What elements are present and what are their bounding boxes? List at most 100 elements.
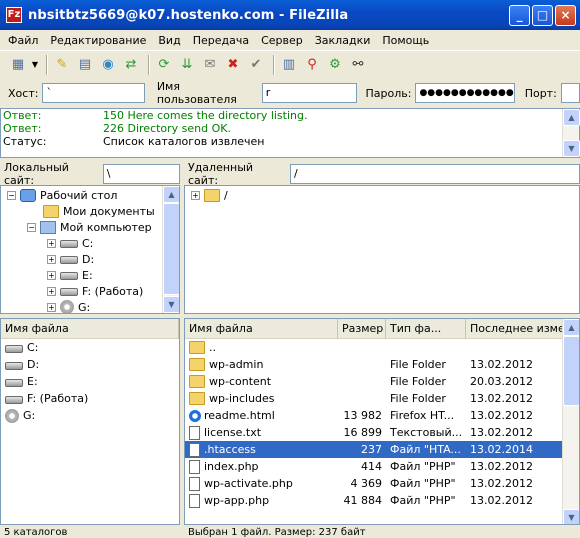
sync-browse-icon[interactable]: ⚙ [325,55,345,75]
menu-edit[interactable]: Редактирование [44,34,152,47]
tree-label: Мои документы [63,204,155,218]
tree-node-drive[interactable]: + C: [47,235,93,251]
table-row[interactable]: wp-activate.php 4 369 Файл "PHP" 13.02.2012 [185,475,579,492]
column-header-type[interactable]: Тип фа... [386,319,466,339]
remote-site-label: Удаленный сайт: [188,161,254,187]
column-header-size[interactable]: Размер [338,319,386,339]
site-manager-icon[interactable]: ▦ [8,55,28,75]
expand-icon[interactable]: + [191,190,200,200]
tree-node-drive[interactable]: + D: [47,251,94,267]
tree-node-drive[interactable]: + E: [47,267,93,283]
file-type: Файл "PHP" [390,494,456,507]
remote-list-header: Имя файла Размер Тип фа... Последнее изм… [185,319,579,339]
expand-icon[interactable]: + [47,238,56,248]
tree-node-root[interactable]: + / [191,187,228,203]
menu-bookmarks[interactable]: Закладки [309,34,377,47]
scroll-up-icon[interactable]: ▲ [163,186,179,203]
dropdown-arrow-icon[interactable]: ▼ [31,55,39,75]
table-row[interactable]: .htaccess 237 Файл "HTA... 13.02.2014 [185,441,579,458]
menu-server[interactable]: Сервер [255,34,309,47]
expand-icon[interactable]: + [47,270,56,280]
list-item[interactable]: G: [1,407,179,424]
drive-icon [5,378,23,387]
collapse-icon[interactable]: − [7,190,16,200]
scroll-down-icon[interactable]: ▼ [163,296,179,313]
column-header-modified[interactable]: Последнее измене [466,319,566,339]
menu-transfer[interactable]: Передача [187,34,255,47]
search-icon[interactable]: ⚯ [348,55,368,75]
remote-list-scrollbar[interactable]: ▲ ▼ [562,319,579,524]
refresh-icon[interactable]: ⟳ [154,55,174,75]
remote-path-input[interactable]: / [289,164,580,184]
tree-node-computer[interactable]: − Мой компьютер [27,219,152,235]
table-row[interactable]: .. [185,339,579,356]
tree-node-drive[interactable]: + G: [47,299,90,313]
close-button[interactable]: × [555,5,576,26]
file-modified: 13.02.2012 [470,426,533,439]
cancel-icon[interactable]: ✉ [200,55,220,75]
toggle-remote-tree-icon[interactable]: ◉ [98,55,118,75]
local-tree-scrollbar[interactable]: ▲ ▼ [162,186,179,313]
file-modified: 13.02.2012 [470,392,533,405]
tree-node-drive[interactable]: + F: (Работа) [47,283,143,299]
table-row[interactable]: wp-admin File Folder 13.02.2012 [185,356,579,373]
list-item[interactable]: E: [1,373,179,390]
list-item[interactable]: F: (Работа) [1,390,179,407]
table-row[interactable]: license.txt 16 899 Текстовый... 13.02.2012 [185,424,579,441]
process-queue-icon[interactable]: ⇊ [177,55,197,75]
compare-icon[interactable]: ⚲ [302,55,322,75]
minimize-button[interactable]: _ [509,5,530,26]
scroll-thumb[interactable] [563,336,579,406]
table-row[interactable]: wp-includes File Folder 13.02.2012 [185,390,579,407]
toggle-tree-icon[interactable]: ▤ [75,55,95,75]
username-input[interactable]: r [261,83,357,103]
file-size: 13 982 [343,409,383,422]
port-input[interactable] [560,83,580,103]
expand-icon[interactable]: + [47,286,56,296]
host-input[interactable]: ` [42,83,145,103]
menu-file[interactable]: Файл [2,34,44,47]
menu-view[interactable]: Вид [152,34,186,47]
local-tree: − Рабочий стол Мои документы − Мой компь… [0,185,180,314]
drive-icon [5,395,23,404]
expand-icon[interactable]: + [47,254,56,264]
scroll-up-icon[interactable]: ▲ [563,319,579,336]
drive-icon [60,272,78,280]
password-input[interactable]: ●●●●●●●●●●●● [415,83,515,103]
log-scrollbar[interactable]: ▲ ▼ [562,109,580,157]
drive-icon [60,240,78,248]
scroll-down-icon[interactable]: ▼ [563,509,579,524]
disconnect-icon[interactable]: ✖ [223,55,243,75]
table-row[interactable]: wp-content File Folder 20.03.2012 [185,373,579,390]
collapse-icon[interactable]: − [27,222,36,232]
expand-icon[interactable]: + [47,302,56,312]
tree-node-documents[interactable]: Мои документы [43,203,155,219]
toggle-queue-icon[interactable]: ⇄ [121,55,141,75]
scroll-down-icon[interactable]: ▼ [563,140,580,157]
file-icon [189,476,200,491]
local-path-input[interactable]: \ [102,164,180,184]
log-label: Статус: [3,135,47,148]
reconnect-icon[interactable]: ✔ [246,55,266,75]
file-size: 16 899 [343,426,383,439]
drive-icon [5,361,23,370]
toggle-log-icon[interactable]: ✎ [52,55,72,75]
column-header-name[interactable]: Имя файла [185,319,338,339]
scroll-thumb[interactable] [163,203,179,295]
tree-node-desktop[interactable]: − Рабочий стол [7,187,117,203]
quickconnect-bar: Хост: ` Имя пользователя r Пароль: ●●●●●… [0,80,580,106]
filter-icon[interactable]: ▥ [279,55,299,75]
maximize-button[interactable]: □ [532,5,553,26]
tree-label: F: (Работа) [82,284,144,298]
scroll-up-icon[interactable]: ▲ [563,109,580,126]
column-header-name[interactable]: Имя файла [1,319,179,339]
table-row[interactable]: index.php 414 Файл "PHP" 13.02.2012 [185,458,579,475]
file-name: C: [27,341,39,354]
menu-help[interactable]: Помощь [376,34,435,47]
table-row[interactable]: wp-app.php 41 884 Файл "PHP" 13.02.2012 [185,492,579,509]
list-item[interactable]: C: [1,339,179,356]
file-size [338,390,386,407]
table-row[interactable]: readme.html 13 982 Firefox HT... 13.02.2012 [185,407,579,424]
file-name: .htaccess [204,443,256,456]
list-item[interactable]: D: [1,356,179,373]
